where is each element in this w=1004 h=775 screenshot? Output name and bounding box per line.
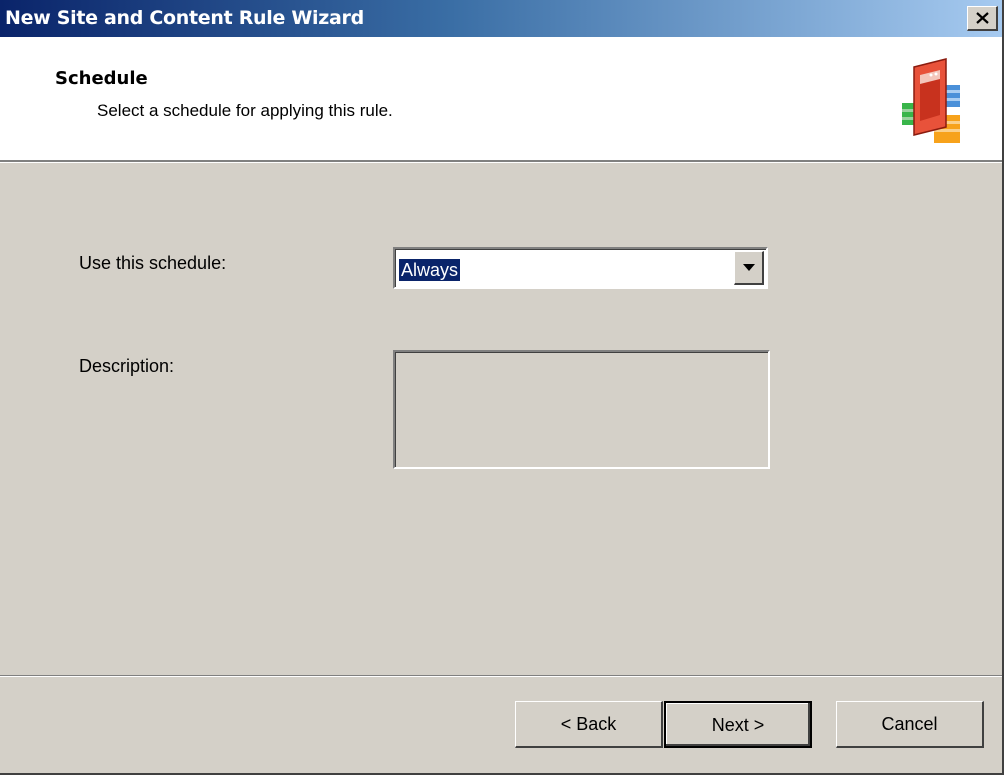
close-button[interactable] (967, 6, 998, 31)
wizard-window: New Site and Content Rule Wizard Schedul… (0, 0, 1004, 775)
page-subtitle: Select a schedule for applying this rule… (97, 101, 393, 120)
next-button[interactable]: Next > (664, 701, 812, 748)
schedule-selected-value: Always (399, 259, 461, 281)
close-icon (976, 12, 989, 24)
cancel-button[interactable]: Cancel (836, 701, 984, 748)
back-button[interactable]: < Back (515, 701, 663, 748)
dropdown-arrow-button[interactable] (734, 251, 764, 285)
wizard-header: Schedule Select a schedule for applying … (0, 37, 1002, 162)
schedule-label: Use this schedule: (79, 253, 227, 273)
footer-separator (0, 675, 1002, 677)
chevron-down-icon (743, 264, 755, 271)
window-title: New Site and Content Rule Wizard (5, 7, 364, 29)
page-title: Schedule (55, 68, 148, 89)
wizard-rule-icon (902, 58, 960, 143)
description-box (393, 350, 770, 469)
title-bar[interactable]: New Site and Content Rule Wizard (0, 0, 1002, 37)
description-label: Description: (79, 356, 175, 376)
schedule-dropdown[interactable]: Always (393, 247, 768, 289)
